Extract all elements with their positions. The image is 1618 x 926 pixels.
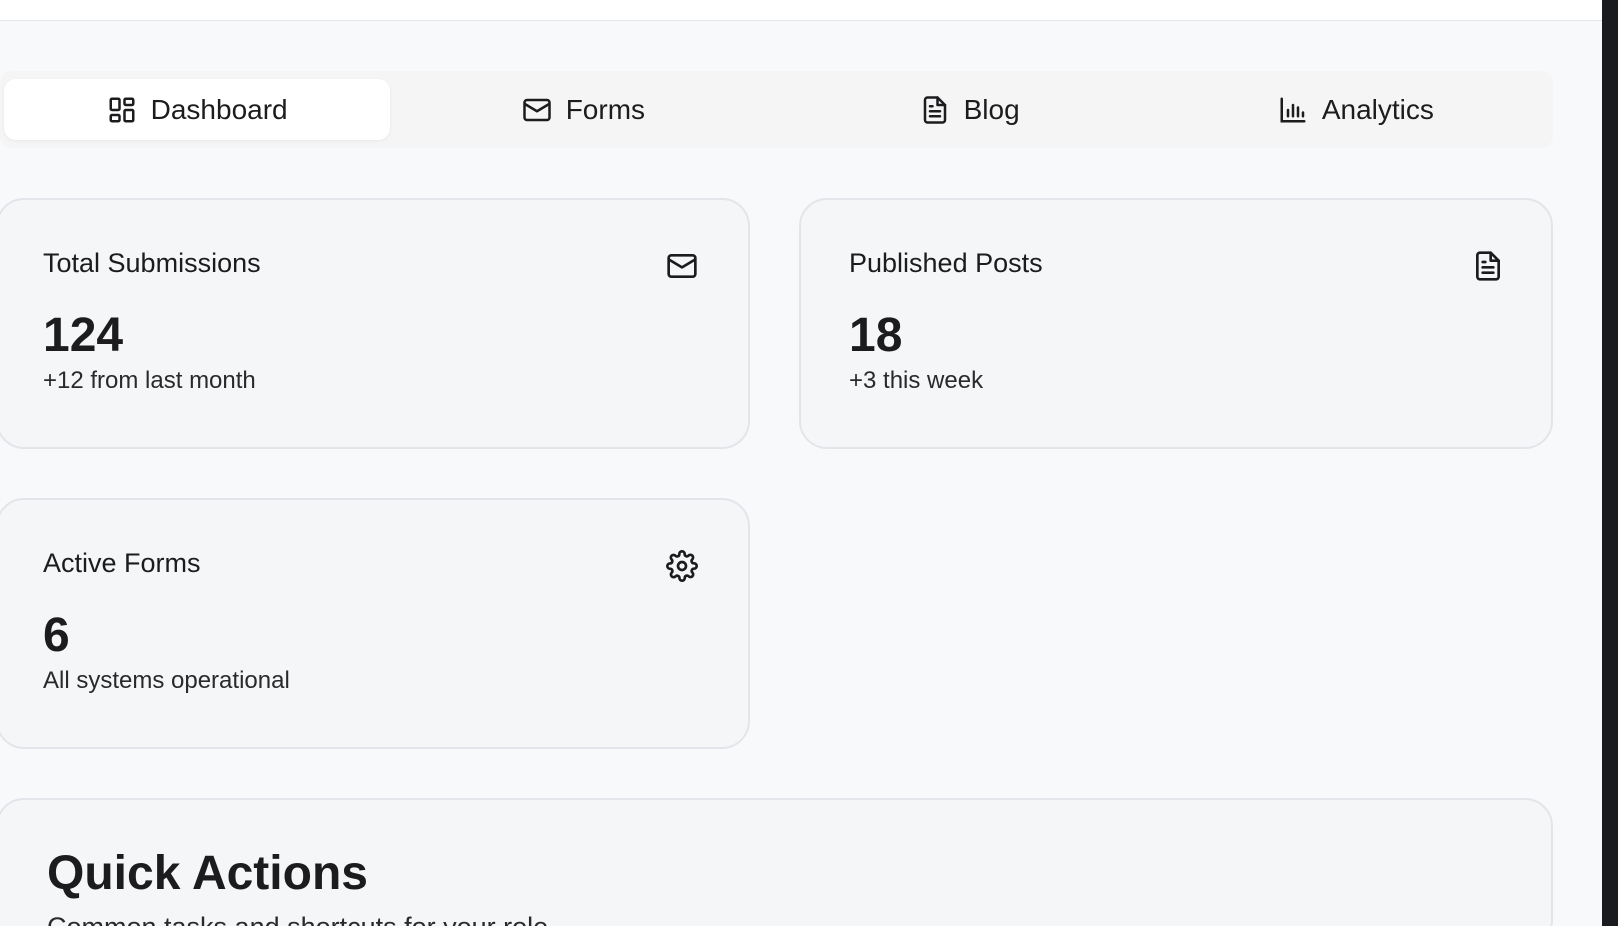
stat-card-active-forms: Active Forms 6 All systems operational [0,498,750,749]
tab-label: Analytics [1321,93,1434,125]
section-title: Quick Actions [47,847,368,900]
bar-chart-icon [1280,97,1306,122]
top-bar [0,0,1602,21]
document-icon [1476,251,1500,281]
tab-blog[interactable]: Blog [777,79,1163,140]
stat-card-submissions: Total Submissions 124 +12 from last mont… [0,198,750,449]
document-icon [923,95,946,124]
tab-analytics[interactable]: Analytics [1163,79,1549,140]
tab-forms[interactable]: Forms [390,79,776,140]
card-value: 18 [849,309,903,362]
card-title: Active Forms [43,548,201,578]
mail-icon [667,254,697,278]
card-value: 124 [43,309,124,362]
mail-icon [522,98,551,121]
card-subtext: +3 this week [849,367,984,394]
card-subtext: All systems operational [43,667,290,694]
dashboard-grid-icon [109,97,135,122]
section-subtitle: Common tasks and shortcuts for your role [47,912,548,926]
card-subtext: +12 from last month [43,367,256,394]
tab-label: Dashboard [150,93,288,125]
card-title: Published Posts [849,248,1043,278]
stat-card-posts: Published Posts 18 +3 this week [799,198,1553,449]
window-edge [1602,0,1618,926]
card-title: Total Submissions [43,248,261,278]
tab-label: Forms [565,93,646,125]
card-value: 6 [43,609,70,662]
tab-label: Blog [963,93,1020,125]
quick-actions-card: Quick Actions Common tasks and shortcuts… [0,798,1553,926]
gear-icon [666,550,698,582]
tab-bar: Dashboard Forms Blog Analytics [0,71,1553,148]
tab-dashboard[interactable]: Dashboard [4,79,391,140]
